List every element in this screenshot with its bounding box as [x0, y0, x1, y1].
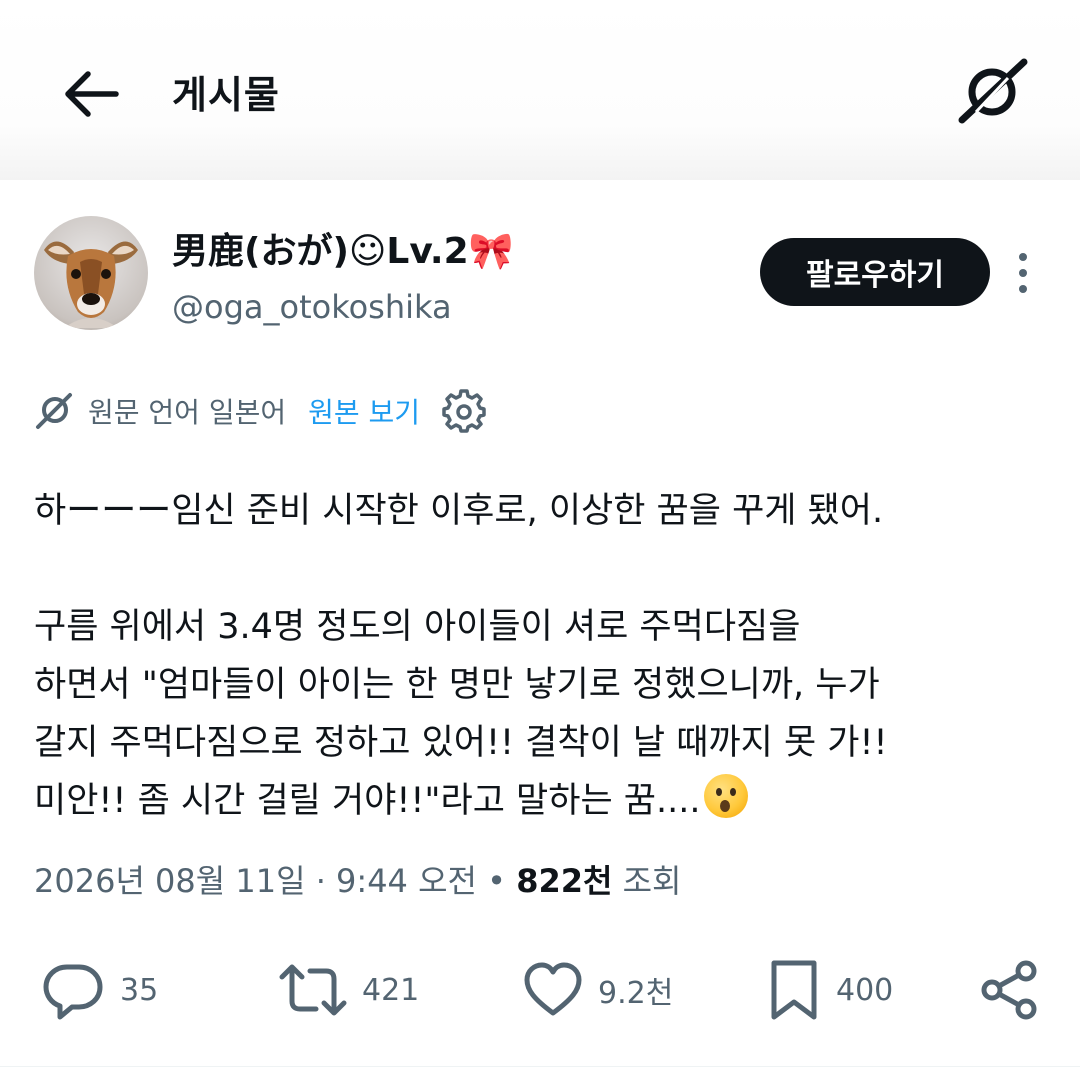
reply-count: 35: [120, 972, 159, 1008]
reply-button[interactable]: 35: [40, 950, 158, 1030]
tweet-text: 하ーーー임신 준비 시작한 이후로, 이상한 꿈을 꾸게 됐어. 구름 위에서 …: [34, 482, 1054, 830]
views-count[interactable]: 822천: [516, 862, 612, 900]
deer-avatar-image: [44, 241, 138, 328]
tweet-meta: 2026년 08월 11일 · 9:44 오전 • 822천 조회: [34, 856, 682, 902]
share-button[interactable]: [978, 950, 1042, 1030]
author-handle[interactable]: @oga_otokoshika: [172, 288, 452, 326]
meta-separator: •: [476, 862, 517, 900]
back-arrow-icon[interactable]: [60, 66, 122, 122]
like-button[interactable]: 9.2천: [522, 950, 673, 1030]
divider: [0, 1066, 1080, 1067]
grok-translate-icon: [36, 393, 72, 429]
action-bar: 35 421 9.2천 400: [0, 950, 1080, 1030]
hushed-face-emoji-icon: [704, 774, 749, 818]
repost-button[interactable]: 421: [278, 950, 419, 1030]
translation-settings-icon[interactable]: [442, 389, 486, 433]
source-language-label: 원문 언어 일본어: [88, 396, 287, 429]
like-count: 9.2천: [598, 976, 674, 1011]
author-display-name[interactable]: 男鹿(おが)☺Lv.2🎀: [172, 222, 513, 274]
grok-icon[interactable]: [954, 56, 1030, 126]
repost-icon: [279, 964, 347, 1016]
more-options-icon[interactable]: [1006, 248, 1040, 298]
follow-button[interactable]: 팔로우하기: [760, 238, 990, 306]
reply-icon: [43, 964, 103, 1020]
tweet-datetime[interactable]: 2026년 08월 11일 · 9:44 오전: [34, 862, 477, 900]
bookmark-icon: [771, 960, 817, 1020]
bookmark-button[interactable]: 400: [766, 950, 893, 1030]
share-icon: [981, 960, 1037, 1020]
top-app-bar: 게시물: [0, 0, 1080, 180]
views-label: 조회: [612, 862, 682, 900]
page-title: 게시물: [172, 73, 280, 117]
bookmark-count: 400: [836, 972, 894, 1008]
heart-icon: [524, 962, 582, 1016]
avatar[interactable]: [34, 216, 148, 330]
tweet-body: 하ーーー임신 준비 시작한 이후로, 이상한 꿈을 꾸게 됐어. 구름 위에서 …: [34, 491, 888, 821]
show-original-link[interactable]: 원본 보기: [308, 391, 420, 431]
translation-bar: 원문 언어 일본어 원본 보기: [34, 386, 486, 436]
repost-count: 421: [362, 972, 420, 1008]
